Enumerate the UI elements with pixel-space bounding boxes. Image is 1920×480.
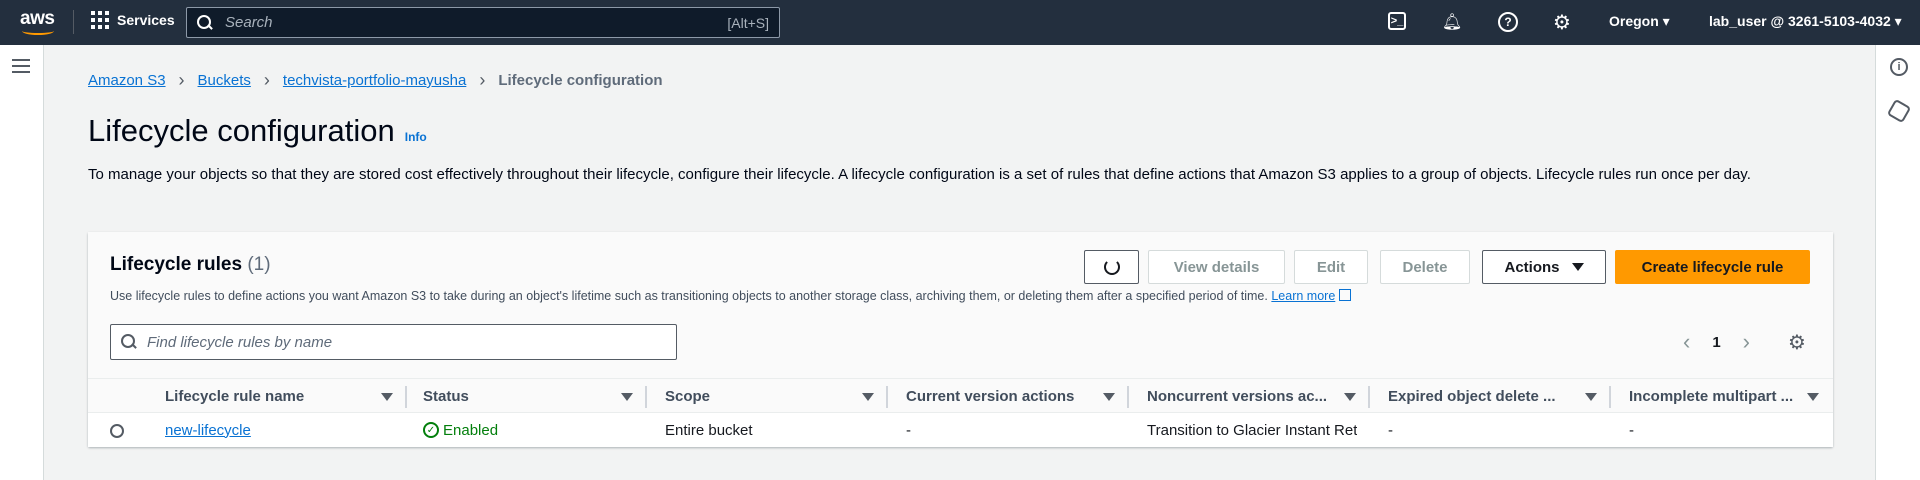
search-icon [121, 334, 137, 350]
refresh-icon [1103, 259, 1120, 275]
column-header-current-version-actions[interactable]: Current version actions [888, 379, 1129, 414]
gear-icon[interactable]: ⚙ [1552, 12, 1572, 34]
breadcrumb-buckets[interactable]: Buckets [198, 72, 251, 89]
table-header: Lifecycle rule name Status Scope Current… [88, 378, 1833, 413]
check-circle-icon: ✓ [423, 422, 439, 438]
panel-title: Lifecycle rules (1) [110, 254, 271, 276]
panel-description-text: Use lifecycle rules to define actions yo… [110, 289, 1268, 303]
search-shortcut: [Alt+S] [727, 14, 769, 31]
column-label: Scope [665, 388, 711, 405]
breadcrumb-amazon-s3[interactable]: Amazon S3 [88, 72, 166, 89]
column-label: Noncurrent versions ac... [1147, 388, 1328, 405]
top-navigation: aws Services Search [Alt+S] >_ 🔔︎ ? ⚙ Or… [0, 0, 1920, 45]
tools-icon[interactable] [1886, 98, 1912, 124]
nav-divider [73, 10, 74, 34]
edit-button[interactable]: Edit [1294, 250, 1368, 284]
rule-count: (1) [247, 254, 271, 275]
caret-down-icon [1571, 263, 1584, 271]
cloudshell-icon[interactable]: >_ [1388, 12, 1406, 30]
account-menu[interactable]: lab_user @ 3261-5103-4032 ▾ [1709, 13, 1902, 30]
global-search-input[interactable]: Search [Alt+S] [186, 7, 780, 38]
aws-logo[interactable]: aws [18, 6, 58, 38]
row-select-radio[interactable] [110, 424, 124, 438]
learn-more-link[interactable]: Learn more [1271, 289, 1335, 303]
column-header-incomplete-multipart[interactable]: Incomplete multipart ... [1611, 379, 1833, 414]
side-navigation-rail [0, 45, 44, 480]
column-label: Lifecycle rule name [165, 388, 305, 405]
cell-scope: Entire bucket [665, 421, 753, 439]
panel-description: Use lifecycle rules to define actions yo… [110, 289, 1352, 303]
panel-title-text: Lifecycle rules [110, 254, 243, 275]
cell-current-version-actions: - [906, 421, 911, 439]
grid-icon [91, 11, 109, 29]
search-placeholder: Search [225, 14, 273, 31]
user-label: lab_user @ 3261-5103-4032 [1709, 13, 1891, 29]
cell-rule-name: new-lifecycle [165, 413, 405, 447]
create-lifecycle-rule-button[interactable]: Create lifecycle rule [1615, 250, 1810, 284]
services-label: Services [117, 12, 175, 28]
panel-header: Lifecycle rules (1) Use lifecycle rules … [88, 232, 1833, 378]
sort-icon [1807, 393, 1819, 401]
search-icon [197, 14, 213, 31]
page-description: To manage your objects so that they are … [88, 166, 1751, 183]
column-label: Status [423, 388, 469, 405]
column-label: Incomplete multipart ... [1629, 388, 1794, 405]
aws-smile-icon [22, 27, 54, 35]
table-row: new-lifecycle ✓ Enabled Entire bucket - … [88, 413, 1833, 447]
info-link[interactable]: Info [405, 130, 427, 144]
breadcrumb-current: Lifecycle configuration [498, 72, 663, 89]
filter-field[interactable] [110, 324, 677, 360]
column-header-scope[interactable]: Scope [647, 379, 888, 414]
column-header-noncurrent-versions[interactable]: Noncurrent versions ac... [1129, 379, 1370, 414]
status-text: Enabled [443, 421, 499, 439]
column-header-name[interactable]: Lifecycle rule name [165, 379, 407, 414]
view-details-button[interactable]: View details [1148, 250, 1285, 284]
info-panel-icon[interactable]: i [1890, 58, 1908, 76]
pagination: ‹ 1 › [1683, 329, 1750, 355]
services-menu-button[interactable]: Services [91, 11, 175, 29]
page-title: Lifecycle configuration [88, 113, 395, 148]
region-label: Oregon [1609, 13, 1659, 29]
column-label: Current version actions [906, 388, 1075, 405]
cell-expired-object-delete: - [1388, 421, 1393, 439]
next-page-icon[interactable]: › [1743, 329, 1750, 355]
table-settings-icon[interactable]: ⚙ [1788, 330, 1806, 355]
column-header-status[interactable]: Status [405, 379, 647, 414]
sort-icon [862, 393, 874, 401]
sort-icon [1585, 393, 1597, 401]
sort-icon [621, 393, 633, 401]
lifecycle-rules-panel: Lifecycle rules (1) Use lifecycle rules … [88, 232, 1833, 447]
previous-page-icon[interactable]: ‹ [1683, 329, 1690, 355]
tools-rail: i [1875, 45, 1920, 480]
refresh-button[interactable] [1084, 250, 1139, 284]
delete-button[interactable]: Delete [1380, 250, 1470, 284]
chevron-right-icon: › [178, 70, 185, 90]
page-title-row: Lifecycle configuration Info [88, 113, 427, 149]
cell-noncurrent-versions: Transition to Glacier Instant Retr [1147, 421, 1357, 439]
page-number[interactable]: 1 [1712, 334, 1720, 351]
cell-incomplete-multipart: - [1629, 421, 1634, 439]
chevron-right-icon: › [479, 70, 486, 90]
sort-icon [1103, 393, 1115, 401]
cell-status: ✓ Enabled [405, 413, 645, 447]
sort-icon [1344, 393, 1356, 401]
breadcrumb: Amazon S3 › Buckets › techvista-portfoli… [88, 70, 663, 91]
external-link-icon [1339, 289, 1352, 301]
chevron-right-icon: › [263, 70, 270, 90]
rule-name-link[interactable]: new-lifecycle [165, 422, 251, 439]
column-label: Expired object delete ... [1388, 388, 1556, 405]
region-selector[interactable]: Oregon ▾ [1609, 13, 1670, 30]
breadcrumb-bucket[interactable]: techvista-portfolio-mayusha [283, 72, 466, 89]
actions-dropdown-button[interactable]: Actions [1482, 250, 1606, 284]
filter-rules-input[interactable] [147, 333, 647, 351]
help-icon[interactable]: ? [1498, 12, 1518, 32]
actions-label: Actions [1504, 258, 1560, 276]
bell-icon[interactable]: 🔔︎ [1442, 12, 1462, 32]
column-header-expired-object-delete[interactable]: Expired object delete ... [1370, 379, 1611, 414]
menu-icon[interactable] [12, 59, 30, 73]
sort-icon [381, 393, 393, 401]
